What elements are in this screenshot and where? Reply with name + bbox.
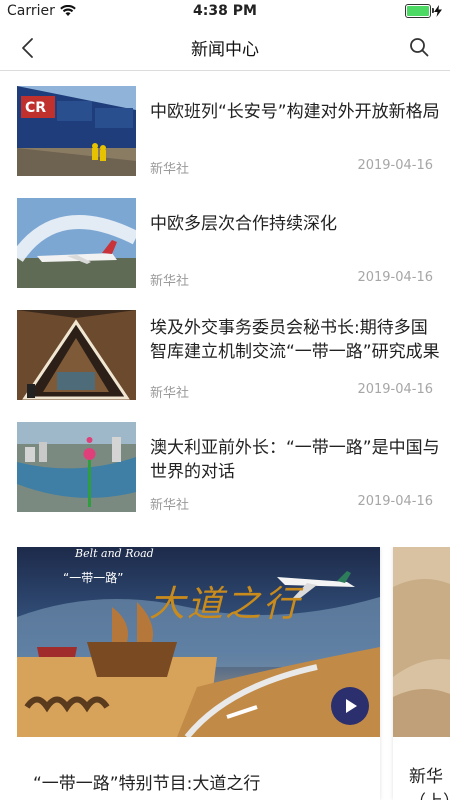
featured-card-next[interactable]: 新华 （上）: [393, 547, 450, 800]
featured-card[interactable]: Belt and Road “一带一路” 大道之行 “一带一路”特别节目:大道之…: [17, 547, 380, 800]
banner-title: 大道之行: [149, 584, 302, 625]
news-title: 澳大利亚前外长：“一带一路”是中国与世界的对话: [150, 438, 440, 482]
news-title: 埃及外交事务委员会秘书长:期待多国智库建立机制交流“一带一路”研究成果: [150, 318, 440, 362]
featured-next-title-2: （上）: [409, 787, 450, 800]
news-item[interactable]: CR 中欧班列“长安号”构建对外开放新格局 新华社 2019-04-16: [0, 86, 450, 198]
news-item[interactable]: 中欧多层次合作持续深化 新华社 2019-04-16: [0, 198, 450, 310]
news-date: 2019-04-16: [357, 382, 433, 397]
news-thumbnail: [17, 422, 136, 512]
news-source: 新华社: [150, 386, 190, 401]
status-time: 4:38 PM: [193, 3, 257, 19]
banner-subtitle-cn: “一带一路”: [63, 571, 124, 585]
featured-next-image: [393, 547, 450, 737]
featured-title: “一带一路”特别节目:大道之行: [33, 774, 261, 794]
search-icon[interactable]: [408, 36, 430, 58]
battery-icon: [405, 4, 434, 18]
featured-carousel[interactable]: Belt and Road “一带一路” 大道之行 “一带一路”特别节目:大道之…: [17, 547, 450, 800]
news-thumbnail: [17, 198, 136, 288]
news-thumbnail: CR: [17, 86, 136, 176]
featured-banner: Belt and Road “一带一路” 大道之行: [17, 547, 380, 737]
nav-bar: 新闻中心: [0, 22, 450, 71]
banner-subtitle-en: Belt and Road: [75, 547, 154, 560]
status-bar: Carrier 4:38 PM: [0, 0, 450, 22]
page-title: 新闻中心: [191, 40, 259, 60]
news-thumbnail: [17, 310, 136, 400]
news-source: 新华社: [150, 498, 190, 513]
battery-fill: [407, 6, 429, 16]
status-right: [405, 4, 442, 18]
news-date: 2019-04-16: [357, 158, 433, 173]
play-icon[interactable]: [331, 687, 369, 725]
charging-icon: [434, 5, 442, 17]
svg-text:CR: CR: [25, 100, 46, 116]
news-date: 2019-04-16: [357, 494, 433, 509]
news-title: 中欧班列“长安号”构建对外开放新格局: [150, 102, 440, 122]
news-source: 新华社: [150, 274, 190, 289]
news-item[interactable]: 埃及外交事务委员会秘书长:期待多国智库建立机制交流“一带一路”研究成果 新华社 …: [0, 310, 450, 422]
news-date: 2019-04-16: [357, 270, 433, 285]
news-list: CR 中欧班列“长安号”构建对外开放新格局 新华社 2019-04-16 中欧多…: [0, 86, 450, 534]
news-title: 中欧多层次合作持续深化: [150, 214, 337, 234]
news-item[interactable]: 澳大利亚前外长：“一带一路”是中国与世界的对话 新华社 2019-04-16: [0, 422, 450, 534]
featured-next-title: 新华: [409, 767, 443, 787]
news-source: 新华社: [150, 162, 190, 177]
